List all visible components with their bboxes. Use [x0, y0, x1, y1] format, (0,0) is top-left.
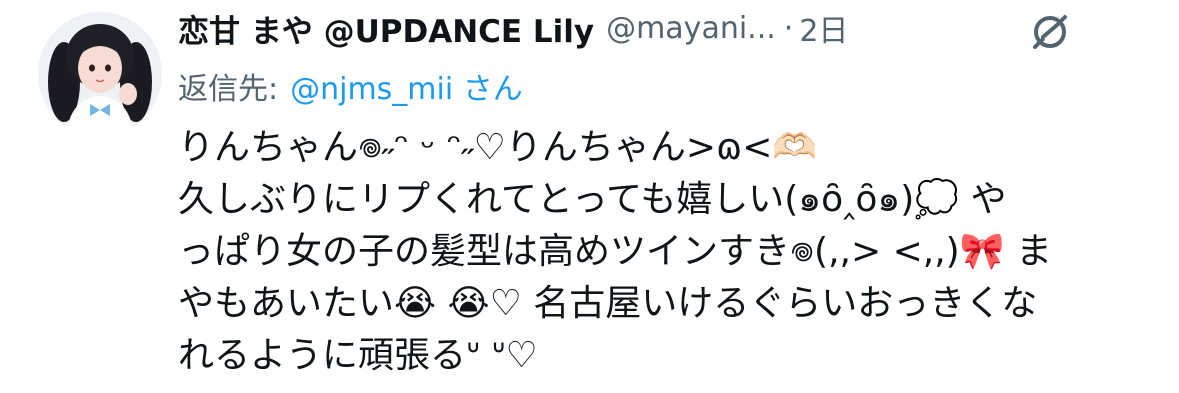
timestamp[interactable]: 2日	[799, 6, 848, 50]
tweet-header: 恋甘 まや @UPDANCE Lily @mayani... · 2日	[178, 6, 848, 50]
avatar[interactable]	[38, 12, 162, 136]
separator-dot: ·	[783, 10, 794, 46]
tweet-text-line: 久しぶりにリプくれてとっても嬉しい(๑ȏ‸ȏ๑)💭 や	[178, 179, 1007, 220]
tweet-text-line: っぱり女の子の髪型は高めツインすき𖦹(,,> <,,)🎀 ま	[178, 231, 1052, 272]
reply-prefix: 返信先:	[178, 72, 279, 107]
tweet[interactable]: 恋甘 まや @UPDANCE Lily @mayani... · 2日 返信先:…	[0, 0, 1179, 393]
reply-context: 返信先: @njms_mii さん	[178, 64, 523, 108]
tweet-text-line: りんちゃん𖦹˶ᵔ ᵕ ᵔ˶♡りんちゃん>ɷ<🫶🏻	[178, 127, 818, 168]
display-name[interactable]: 恋甘 まや @UPDANCE Lily	[178, 6, 594, 51]
tweet-text-line: れるように頑張るᐡ ᐡ♡	[178, 335, 538, 376]
reply-target-link[interactable]: @njms_mii さん	[290, 64, 523, 108]
grok-slash-icon[interactable]	[1024, 6, 1076, 58]
user-handle[interactable]: @mayani...	[606, 11, 776, 46]
tweet-text-line: やもあいたい😭 😭♡ 名古屋いけるぐらいおっきくな	[178, 283, 1038, 324]
tweet-body: りんちゃん𖦹˶ᵔ ᵕ ᵔ˶♡りんちゃん>ɷ<🫶🏻 久しぶりにリプくれてとっても嬉…	[178, 122, 1138, 382]
